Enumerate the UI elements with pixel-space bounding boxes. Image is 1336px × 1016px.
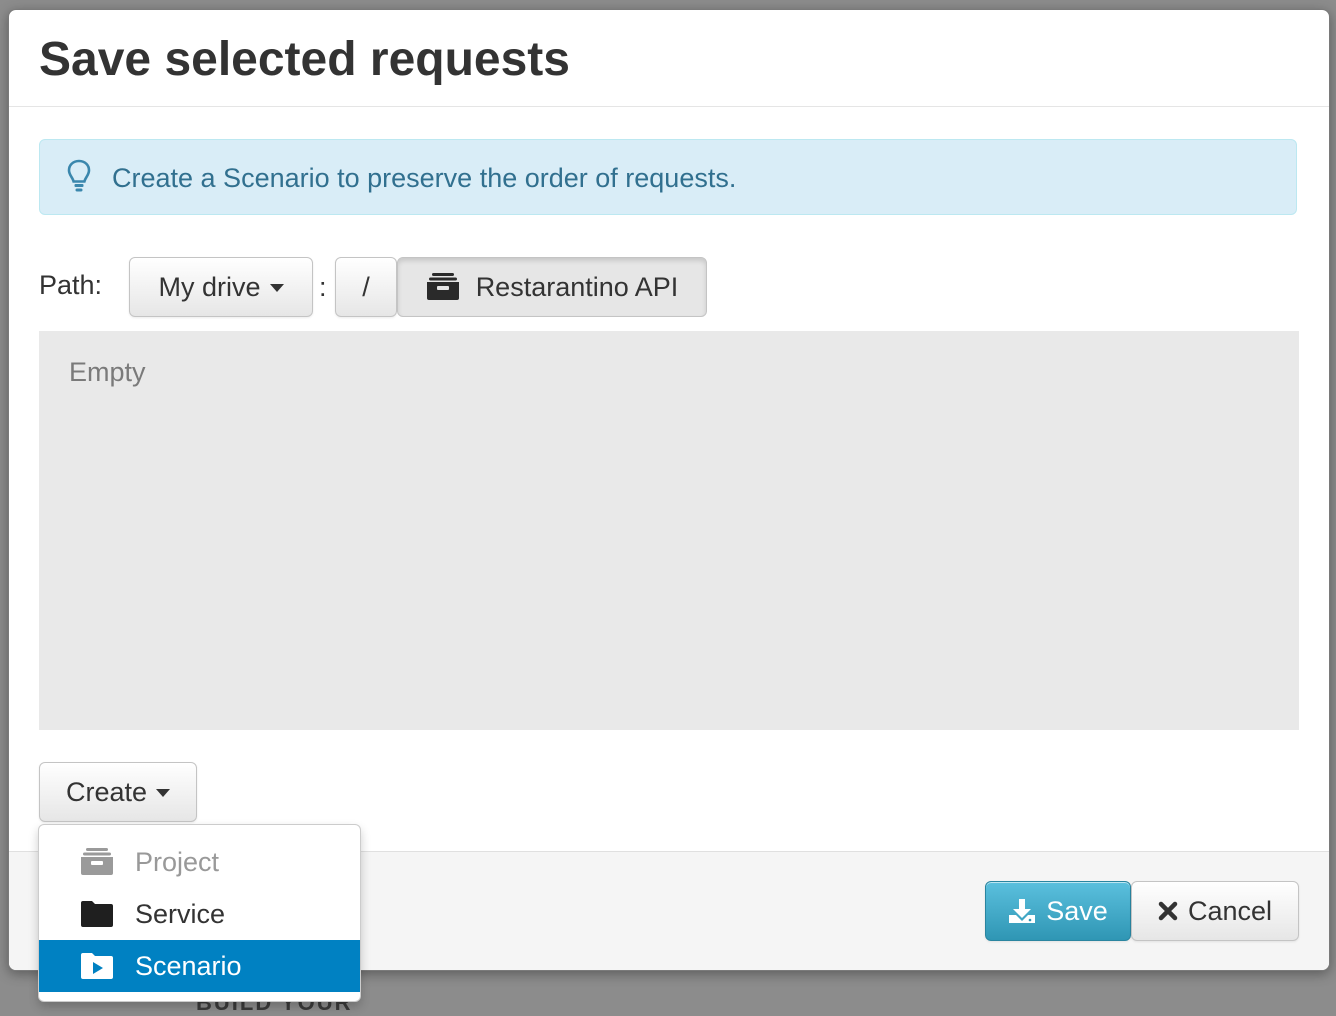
project-path-label: Restarantino API xyxy=(475,271,679,302)
cancel-button-label: Cancel xyxy=(1187,895,1273,926)
file-browser-area[interactable]: Empty xyxy=(39,331,1299,730)
root-path-label: / xyxy=(362,271,370,302)
download-icon xyxy=(1009,899,1036,923)
folder-icon xyxy=(79,899,115,929)
menu-item-label: Project xyxy=(135,846,220,877)
save-button-label: Save xyxy=(1046,895,1108,926)
dialog-title: Save selected requests xyxy=(39,33,570,86)
drive-dropdown-button[interactable]: My drive xyxy=(129,257,313,317)
menu-item-label: Scenario xyxy=(135,950,242,981)
info-message: Create a Scenario to preserve the order … xyxy=(112,163,737,193)
caret-down-icon xyxy=(269,284,284,292)
project-path-button[interactable]: Restarantino API xyxy=(397,257,707,317)
play-folder-icon xyxy=(79,951,115,981)
path-label: Path: xyxy=(39,270,103,300)
caret-down-icon xyxy=(156,789,171,797)
dialog-header: Save selected requests xyxy=(9,10,1329,107)
info-alert: Create a Scenario to preserve the order … xyxy=(39,139,1297,215)
close-icon xyxy=(1158,901,1178,921)
create-dropdown-menu: Project Service Scenario xyxy=(38,824,361,1002)
empty-placeholder: Empty xyxy=(69,357,146,387)
path-separator: : xyxy=(319,272,327,302)
root-path-button[interactable]: / xyxy=(335,257,397,317)
create-button-label: Create xyxy=(65,776,148,807)
menu-item-label: Service xyxy=(135,898,226,929)
create-dropdown-button[interactable]: Create xyxy=(39,762,197,822)
cancel-button[interactable]: Cancel xyxy=(1131,881,1299,941)
menu-item-project[interactable]: Project xyxy=(39,836,360,888)
archive-icon xyxy=(426,273,459,300)
lightbulb-icon xyxy=(67,159,91,192)
menu-item-scenario[interactable]: Scenario xyxy=(39,940,360,992)
archive-icon xyxy=(79,847,115,877)
menu-item-service[interactable]: Service xyxy=(39,888,360,940)
drive-button-label: My drive xyxy=(158,271,261,302)
save-button[interactable]: Save xyxy=(985,881,1131,941)
